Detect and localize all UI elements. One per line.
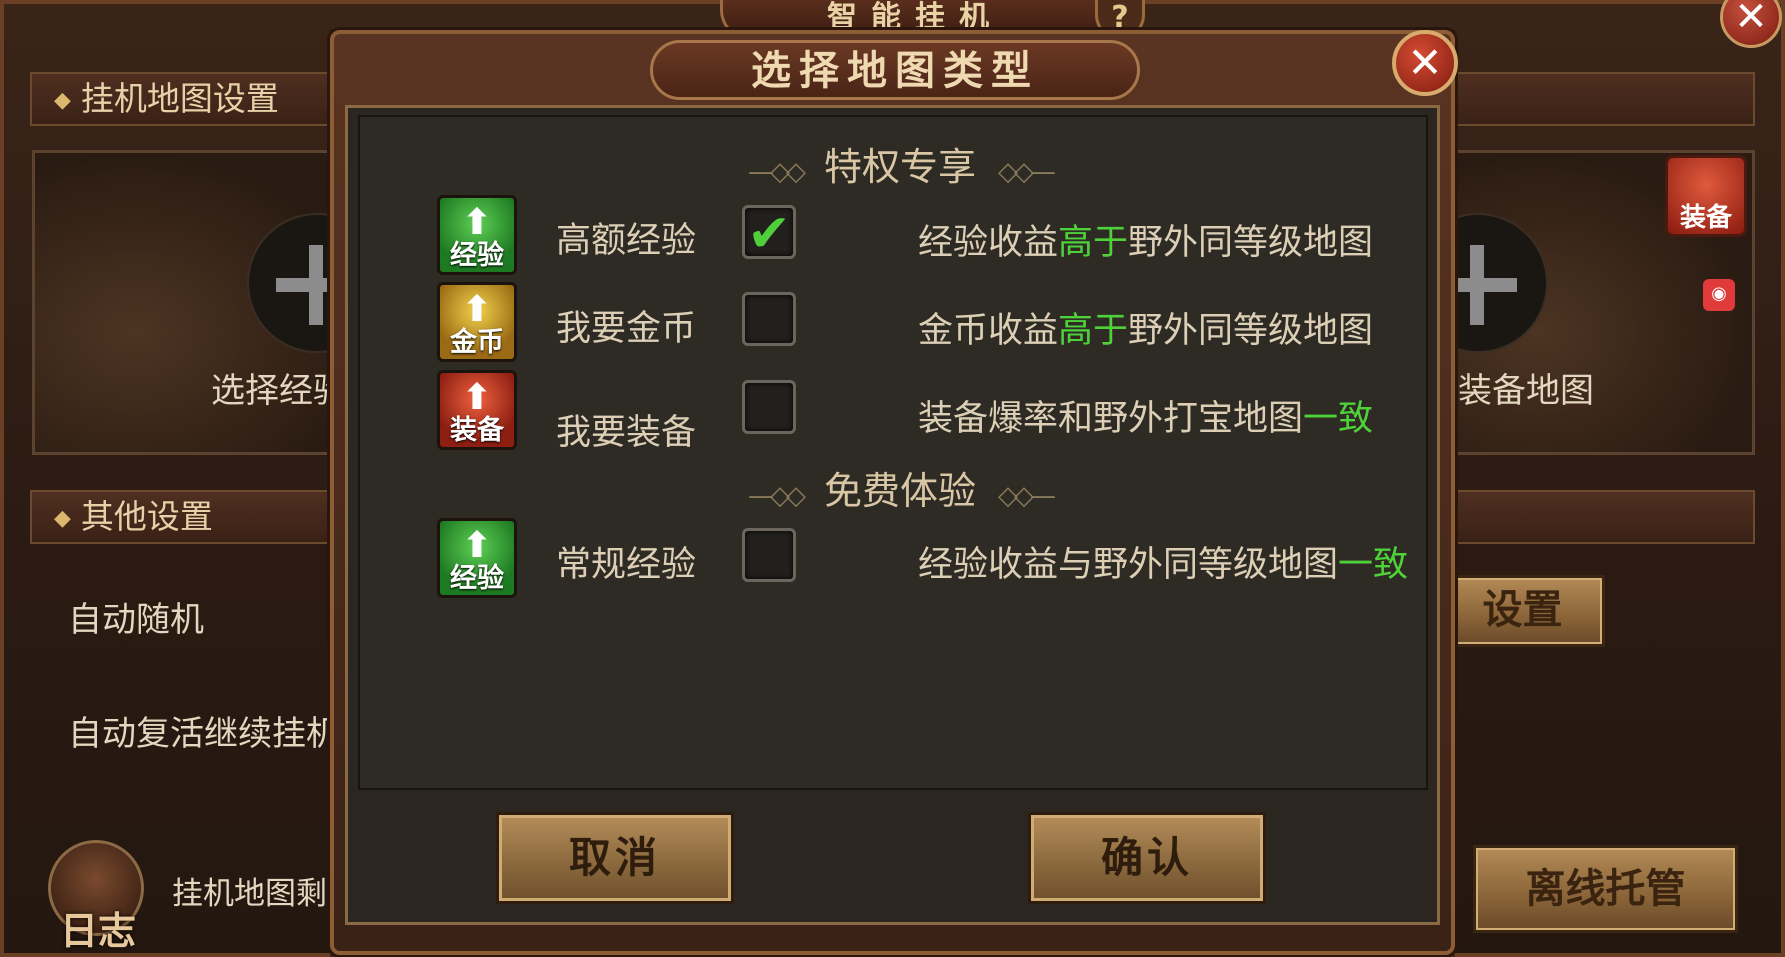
exp-icon: ⬆ 经验 [437,195,517,275]
want-gold-description: 金币收益高于野外同等级地图 [918,302,1373,353]
gold-coin-icon: ⬆ 金币 [437,282,517,362]
want-gold-label: 我要金币 [556,309,697,349]
desc-text: 装备爆率和野外打宝地图 [918,399,1304,439]
free-section-title: 免费体验 [823,469,976,513]
settings-button[interactable]: 设置 [1440,575,1605,647]
dialog-title: 选择地图类型 [650,40,1140,100]
ornament-right-icon: ◇◇— [998,157,1056,187]
auto-random-label: 自动随机 [68,600,204,640]
other-settings-header-label: 其他设置 [80,497,213,536]
high-exp-label: 高额经验 [556,221,697,261]
dialog-close-button[interactable]: ✕ [1392,30,1458,96]
equip-badge-icon: 装备 [1665,155,1747,237]
auto-revive-label: 自动复活继续挂机 [68,714,340,754]
confirm-button[interactable]: 确认 [1028,812,1266,904]
select-exp-map-label: 选择经验 [211,371,347,411]
up-arrow-icon: ⬆ [461,377,493,418]
gold-icon-label: 金币 [450,327,504,358]
desc-highlight: 高于 [1058,223,1129,263]
up-arrow-icon: ⬆ [461,525,493,566]
ornament-left-icon: —◇◇ [747,157,806,187]
free-section-divider: —◇◇ 免费体验 ◇◇— [600,466,1200,516]
up-arrow-icon: ⬆ [461,202,493,243]
equip-map-label: 装备地图 [1458,371,1594,411]
equipment-icon: ⬆ 装备 [437,370,517,450]
map-remaining-label: 挂机地图剩 [172,876,327,912]
regular-exp-checkbox[interactable] [742,528,796,582]
want-equip-checkbox[interactable] [742,380,796,434]
regular-exp-label: 常规经验 [556,545,697,585]
cancel-button[interactable]: 取消 [496,812,734,904]
equip-icon-label: 装备 [450,415,504,446]
privilege-section-title: 特权专享 [823,145,976,189]
high-exp-description: 经验收益高于野外同等级地图 [918,214,1373,265]
exp-map-panel[interactable]: 选择经验 [32,150,387,455]
map-settings-header-label: 挂机地图设置 [80,79,279,118]
notification-icon[interactable]: ◉ [1703,279,1735,311]
exp-icon: ⬆ 经验 [437,518,517,598]
desc-highlight: 一致 [1303,399,1374,439]
exp-icon-label: 经验 [450,240,504,271]
up-arrow-icon: ⬆ [461,289,493,330]
ornament-right-icon: ◇◇— [998,481,1056,511]
want-equip-label: 我要装备 [556,413,697,453]
desc-text: 野外同等级地图 [1128,223,1374,263]
offline-hosting-button[interactable]: 离线托管 [1473,845,1738,933]
desc-text: 经验收益与野外同等级地图 [918,545,1339,585]
exp-icon-label: 经验 [450,563,504,594]
desc-text: 金币收益 [918,311,1059,351]
want-equip-description: 装备爆率和野外打宝地图一致 [918,390,1373,441]
high-exp-checkbox[interactable]: ✔ [742,205,796,260]
regular-exp-description: 经验收益与野外同等级地图一致 [918,536,1408,587]
privilege-section-divider: —◇◇ 特权专享 ◇◇— [600,142,1200,192]
diamond-icon: ◆ [54,88,71,113]
log-label: 日志 [60,909,137,953]
desc-highlight: 高于 [1058,311,1129,351]
desc-text: 野外同等级地图 [1128,311,1374,351]
diamond-icon: ◆ [54,506,71,531]
ornament-left-icon: —◇◇ [747,481,806,511]
desc-highlight: 一致 [1338,545,1409,585]
desc-text: 经验收益 [918,223,1059,263]
want-gold-checkbox[interactable] [742,292,796,346]
